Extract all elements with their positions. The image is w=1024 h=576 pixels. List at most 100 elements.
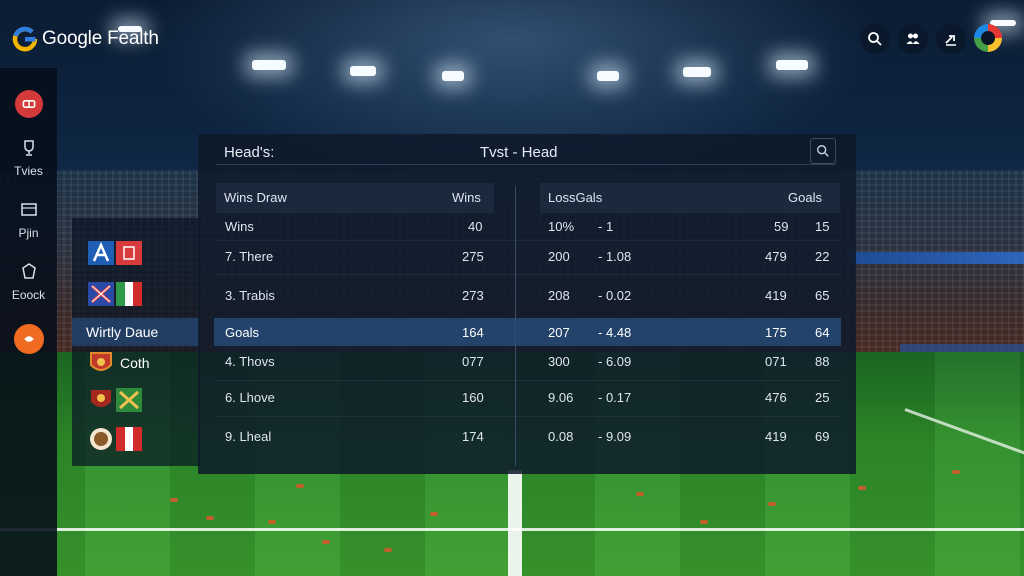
team-flag-icon: [116, 427, 142, 451]
share-button[interactable]: [936, 24, 966, 54]
row-value: 88: [815, 354, 830, 369]
row-value: 208: [548, 288, 570, 303]
sidebar: Tvies Pjin Eoock: [0, 68, 57, 576]
row-value: 275: [462, 249, 484, 264]
row-value: 419: [765, 429, 787, 444]
row-value: 22: [815, 249, 830, 264]
red-logo-icon: [14, 90, 43, 118]
row-value: 25: [815, 390, 830, 405]
sidebar-item-label: Pjin: [18, 226, 39, 240]
leaf: [768, 502, 776, 506]
row-value: 69: [815, 429, 830, 444]
floodlight: [252, 60, 286, 70]
leaf: [296, 484, 304, 488]
row-name: Goals: [225, 325, 259, 340]
row-value: 071: [765, 354, 787, 369]
column-header[interactable]: Goals: [788, 190, 822, 205]
team-name: Coth: [120, 355, 150, 371]
floodlight: [597, 71, 619, 81]
head-to-head-panel: Head's: Tvst - Head Wins Draw Wins LossG…: [198, 134, 856, 474]
row-separator: [216, 380, 840, 381]
leaf: [384, 548, 392, 552]
row-value: 59: [774, 219, 789, 234]
panel-search-button[interactable]: [810, 138, 836, 164]
floodlight: [776, 60, 808, 70]
team-row[interactable]: [88, 426, 148, 452]
sidebar-item-label: Eoock: [11, 288, 46, 302]
panel-title: Tvst - Head: [480, 144, 558, 161]
row-value: 10%: [548, 219, 575, 234]
row-value: 207: [548, 325, 570, 340]
sidebar-item-label: Tvies: [14, 164, 43, 178]
avatar-center: [981, 31, 995, 45]
leaf: [952, 470, 960, 474]
row-name: 6. Lhove: [225, 390, 275, 405]
team-row[interactable]: [88, 240, 148, 266]
team-row[interactable]: Coth: [88, 350, 150, 376]
column-header[interactable]: Wins Draw: [224, 190, 287, 205]
team-flag-icon: [90, 428, 112, 450]
team-flag-icon: [91, 390, 111, 407]
sidebar-item-eoock[interactable]: Eoock: [0, 262, 57, 302]
row-value: 175: [765, 325, 787, 340]
floodlight: [350, 66, 376, 76]
trophy-icon: [23, 140, 34, 156]
floodlight: [442, 71, 464, 81]
row-value: 15: [815, 219, 830, 234]
row-separator: [216, 274, 840, 275]
row-value: - 4.48: [598, 325, 632, 340]
row-value: - 1: [598, 219, 614, 234]
row-value: - 1.08: [598, 249, 632, 264]
team-flag-icon: [116, 241, 142, 265]
flag-icon: [20, 203, 37, 216]
selected-row-highlight: [214, 318, 841, 346]
row-value: 077: [462, 354, 484, 369]
team-row-selected[interactable]: Wirtly Daue: [72, 318, 200, 346]
leaf: [170, 498, 178, 502]
app-logo[interactable]: Google Fealth: [12, 26, 159, 52]
team-flag-icon: [116, 282, 142, 306]
team-row[interactable]: [88, 281, 148, 307]
right-column-header: LossGals Goals: [540, 183, 840, 213]
team-list: Wirtly Daue Coth: [72, 218, 200, 466]
row-name: 9. Lheal: [225, 429, 272, 444]
row-value: - 9.09: [598, 429, 632, 444]
row-value: 479: [765, 249, 787, 264]
row-value: 273: [462, 288, 484, 303]
row-value: 65: [815, 288, 830, 303]
floodlight: [683, 67, 711, 77]
leaf: [636, 492, 644, 496]
pitch-line: [508, 470, 522, 576]
search-button[interactable]: [860, 24, 890, 54]
divider: [216, 164, 836, 165]
row-value: 300: [548, 354, 570, 369]
row-value: - 0.17: [598, 390, 632, 405]
panel-header: Head's:: [224, 144, 275, 161]
people-button[interactable]: [898, 24, 928, 54]
row-value: 476: [765, 390, 787, 405]
sidebar-item-home[interactable]: [0, 90, 57, 118]
row-value: 160: [462, 390, 484, 405]
leaf: [322, 540, 330, 544]
people-icon: [906, 33, 920, 44]
row-name: 3. Trabis: [225, 288, 275, 303]
app-title: Google Fealth: [42, 28, 159, 49]
team-row[interactable]: [88, 387, 148, 413]
search-icon: [817, 145, 829, 157]
share-icon: [945, 35, 956, 46]
leaf: [268, 520, 276, 524]
leaf: [700, 520, 708, 524]
advertising-board: [850, 252, 1024, 264]
column-header[interactable]: LossGals: [548, 190, 602, 205]
row-value: 64: [815, 325, 830, 340]
orange-logo-icon: [13, 324, 44, 354]
column-header[interactable]: Wins: [452, 190, 481, 205]
avatar[interactable]: [974, 24, 1002, 52]
sidebar-item-pjin[interactable]: Pjin: [0, 200, 57, 240]
row-name: 4. Thovs: [225, 354, 275, 369]
team-flag-icon: [88, 241, 114, 265]
leaf: [858, 486, 866, 490]
sidebar-item-tvies[interactable]: Tvies: [0, 138, 57, 178]
left-column-header: Wins Draw Wins: [216, 183, 494, 213]
sidebar-item-featured[interactable]: [0, 324, 57, 354]
